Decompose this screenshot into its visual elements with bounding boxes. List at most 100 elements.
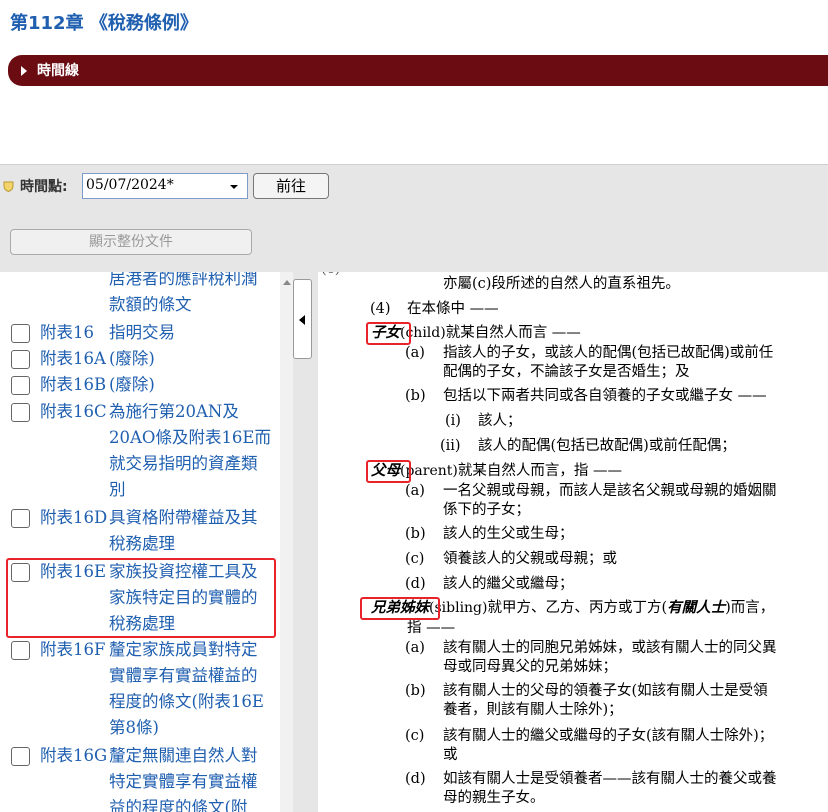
shield-icon (3, 181, 14, 192)
item-number: (c) (405, 728, 425, 744)
item-text: 該有關人士的同胞兄弟姊妹，或該有關人士的同父異 (443, 640, 777, 656)
toc-title[interactable]: 釐定家族成員對特定 實體享有實益權益的 程度的條文(附表16E 第8條) (109, 637, 279, 741)
subitem-text: 該人； (478, 413, 522, 429)
toc-title[interactable]: 為施行第20AN及 20AO條及附表16E而 就交易指明的資產類別 (109, 399, 279, 503)
toc-title[interactable]: 居港者的應評稅利潤 款額的條文 (109, 272, 279, 318)
toc-title-line: 稅務處理 (109, 614, 175, 633)
go-button[interactable]: 前往 (253, 173, 329, 199)
toc-code[interactable]: 附表16G (40, 743, 107, 769)
english-term: (sibling) (429, 600, 488, 616)
item-number: (a) (405, 640, 425, 656)
item-text: 養者，則該有關人士除外)； (443, 702, 623, 718)
defined-term: 有關人士 (667, 600, 726, 616)
item-number: (a) (405, 345, 425, 361)
toc-code[interactable]: 附表16F (40, 637, 105, 663)
toc-title-line: 特定實體享有實益權 (109, 772, 258, 791)
item-text: 包括以下兩者共同或各自領養的子女或繼子女 —— (443, 388, 767, 404)
toc-title-line: 為施行第20AN及 (109, 402, 239, 421)
toc-pane: 居港者的應評稅利潤 款額的條文 附表16 指明交易 附表16A (廢除) 附表16B (廢除)… (0, 272, 293, 812)
expand-arrow-icon (21, 66, 27, 76)
definition-text: 指 —— (407, 620, 456, 636)
toc-code[interactable]: 附表16D (40, 505, 107, 531)
item-text: 母或同母異父的兄弟姊妹； (443, 659, 617, 675)
subsection-number: (4) (370, 301, 391, 317)
toc-code[interactable]: 附表16 (40, 320, 94, 346)
timeline-toggle-bar[interactable]: 時間線 (8, 55, 828, 86)
defined-term: 兄弟姊妹 (371, 600, 429, 616)
timepoint-select[interactable]: 05/07/2024* (82, 173, 248, 199)
item-text: 母的親生子女。 (443, 790, 545, 806)
toc-code[interactable]: 附表16C (40, 399, 107, 425)
item-text: 配偶的子女，不論該子女是否婚生；及 (443, 364, 690, 380)
item-number: (a) (405, 483, 425, 499)
toc-checkbox[interactable] (11, 403, 30, 422)
item-text: 該有關人士的繼父或繼母的子女(該有關人士除外)； (443, 728, 774, 744)
toc-checkbox[interactable] (11, 324, 30, 343)
toc-title-line: (廢除) (109, 349, 155, 368)
toc-title-line: 第8條) (109, 718, 159, 737)
page-title: 第112章 《稅務條例》 (10, 13, 198, 34)
toc-title-line: 家族特定目的實體的 (109, 588, 258, 607)
toc-checkbox[interactable] (11, 509, 30, 528)
toc-checkbox[interactable] (11, 747, 30, 766)
item-text: 係下的子女； (443, 502, 530, 518)
english-term: (parent) (400, 463, 458, 479)
toc-title[interactable]: (廢除) (109, 346, 279, 372)
subitem-number: (i) (445, 413, 461, 429)
chevron-left-icon (299, 315, 305, 325)
item-number: (c) (405, 551, 425, 567)
toc-code[interactable]: 附表16E (40, 559, 106, 585)
content-line: (c) (321, 272, 340, 279)
header: 第112章 《稅務條例》 時間線 (0, 0, 828, 164)
english-term: (child) (400, 325, 446, 341)
defined-term: 子女 (371, 325, 400, 341)
timeline-label: 時間線 (37, 63, 79, 79)
item-text: 該人的生父或生母； (443, 526, 574, 542)
toc-scrollbar[interactable] (280, 272, 293, 812)
timepoint-label: 時間點: (20, 179, 68, 195)
toc-title[interactable]: (廢除) (109, 372, 279, 398)
toc-checkbox[interactable] (11, 563, 30, 582)
toc-title-line: 20AO條及附表16E而 (109, 428, 271, 447)
item-number: (b) (405, 388, 426, 404)
definition-text: 就甲方、乙方、丙方或丁方( (487, 600, 668, 616)
definition-parent: 父母(parent)就某自然人而言，指 —— (371, 462, 622, 481)
toc-checkbox[interactable] (11, 641, 30, 660)
toc-title-line: 款額的條文 (109, 295, 192, 314)
item-text: 如該有關人士是受領養者——該有關人士的養父或養 (443, 771, 777, 787)
item-text: 該有關人士的父母的領養子女(如該有關人士是受領 (443, 683, 768, 699)
toc-title[interactable]: 釐定無關連自然人對 特定實體享有實益權益的程度的條文(附 (109, 743, 279, 812)
item-number: (b) (405, 683, 426, 699)
scroll-up-icon[interactable] (283, 280, 291, 285)
toc-title-line: 程度的條文(附表16E (109, 692, 264, 711)
toc-code[interactable]: 附表16A (40, 346, 106, 372)
chevron-down-icon (230, 185, 238, 189)
item-text: 一名父親或母親，而該人是該名父親或母親的婚姻關 (443, 483, 777, 499)
toc-title-line: 指明交易 (109, 323, 175, 342)
toc-title-line: 益的程度的條文(附 (109, 798, 248, 812)
toc-checkbox[interactable] (11, 376, 30, 395)
item-number: (d) (405, 576, 426, 592)
toc-checkbox[interactable] (11, 350, 30, 369)
item-text: 或 (443, 747, 458, 763)
definition-text: 就某自然人而言 —— (445, 325, 581, 341)
definition-text: 就某自然人而言，指 —— (457, 463, 622, 479)
item-text: 該人的繼父或繼母； (443, 576, 574, 592)
toc-title-line: 釐定家族成員對特定 (109, 640, 258, 659)
definition-sibling: 兄弟姊妹(sibling)就甲方、乙方、丙方或丁方(有關人士)而言， (371, 599, 774, 618)
collapse-pane-button[interactable] (293, 279, 312, 359)
item-number: (d) (405, 771, 426, 787)
timepoint-value: 05/07/2024* (86, 177, 174, 193)
toc-title-line: 居港者的應評稅利潤 (109, 272, 258, 288)
document-content: (c) 亦屬(c)段所述的自然人的直系祖先。 (4) 在本條中 —— 子女(ch… (318, 272, 828, 812)
subitem-text: 該人的配偶(包括已故配偶)或前任配偶； (478, 438, 736, 454)
toc-title[interactable]: 指明交易 (109, 320, 279, 346)
toc-title-line: 釐定無關連自然人對 (109, 746, 258, 765)
toc-code[interactable]: 附表16B (40, 372, 106, 398)
toc-title[interactable]: 具資格附帶權益及其 稅務處理 (109, 505, 279, 557)
show-all-document-button[interactable]: 顯示整份文件 (10, 229, 252, 255)
item-text: 領養該人的父親或母親；或 (443, 551, 617, 567)
toc-title-line: 別 (109, 480, 126, 499)
toc-title[interactable]: 家族投資控權工具及 家族特定目的實體的 稅務處理 (109, 559, 279, 637)
item-number: (b) (405, 526, 426, 542)
